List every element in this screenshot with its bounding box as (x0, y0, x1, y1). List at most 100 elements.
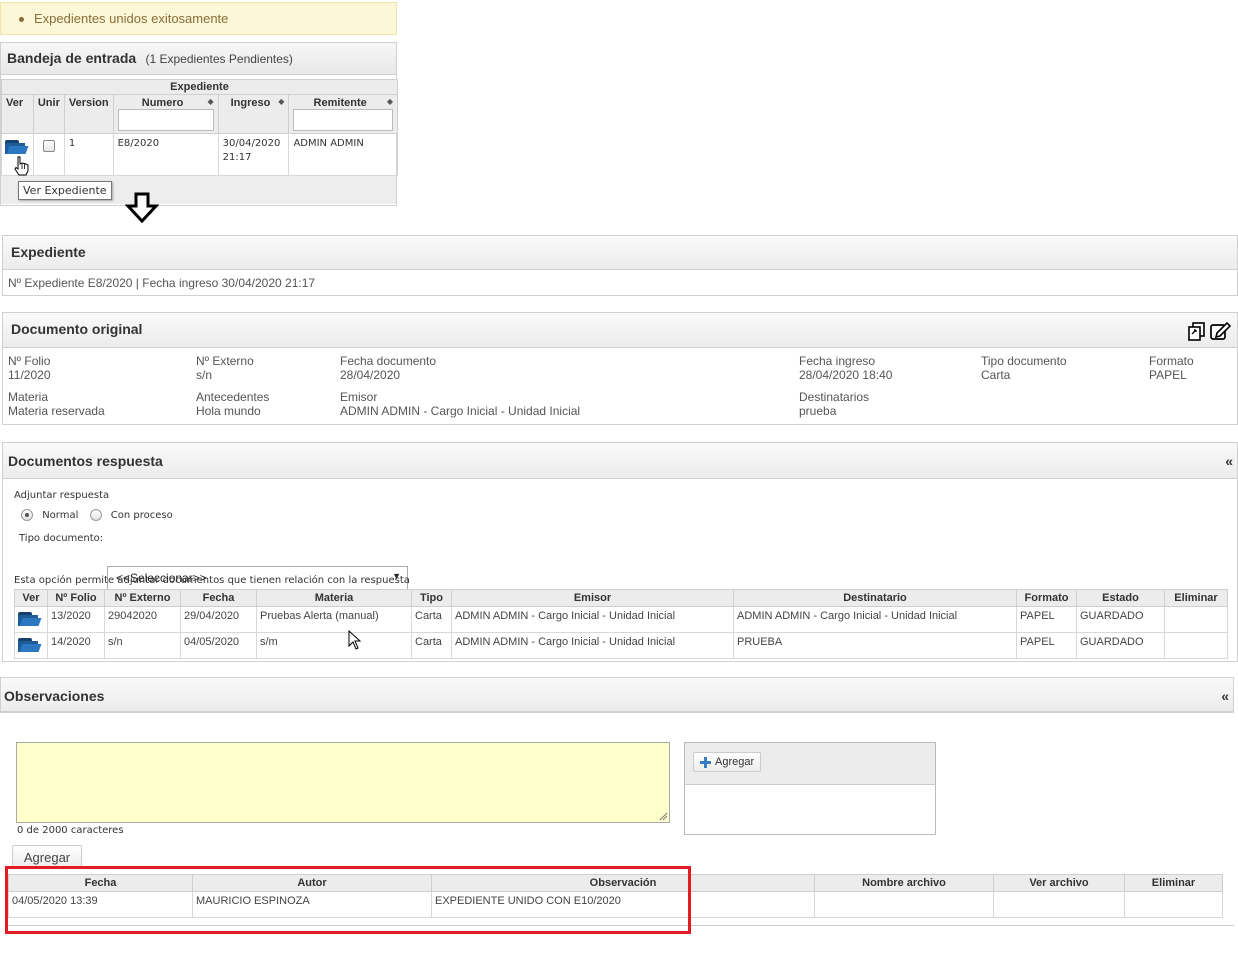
ingreso-date: 30/04/2020 (222, 138, 281, 149)
col-fecha: Fecha (180, 589, 257, 607)
radio-group: Normal Con proceso (21, 509, 173, 521)
numero-filter-input[interactable] (117, 109, 214, 131)
fecha-cell: 29/04/2020 (180, 606, 257, 633)
formato-field: Formato PAPEL (1149, 354, 1194, 382)
col-numero[interactable]: Numero ◆ (112, 94, 219, 134)
table-row: 14/2020 s/n 04/05/2020 s/m Carta ADMIN A… (14, 632, 1228, 659)
radio-normal[interactable] (21, 509, 33, 521)
inbox-group-header: Expediente (1, 79, 398, 95)
highlight-box (5, 866, 691, 934)
fecha-doc-label: Fecha documento (340, 354, 437, 368)
add-attachment-button[interactable]: Agregar (693, 752, 762, 772)
resize-handle-icon[interactable] (659, 812, 668, 821)
fecha-doc-field: Fecha documento 28/04/2020 (340, 354, 436, 382)
col-estado: Estado (1076, 589, 1165, 607)
antecedentes-field: Antecedentes Hola mundo (196, 390, 269, 418)
ver-archivo-cell[interactable] (993, 891, 1125, 918)
col-materia: Materia (256, 589, 412, 607)
tipo-documento-label: Tipo documento: (19, 533, 104, 544)
open-folder-icon[interactable] (18, 610, 42, 626)
collapse-icon[interactable]: « (1221, 688, 1229, 704)
expediente-panel: Expediente Nº Expediente E8/2020 | Fecha… (2, 235, 1238, 296)
unir-checkbox[interactable] (42, 140, 55, 152)
documento-original-panel: Documento original Nº Folio 11/2020 Nº Ex… (2, 312, 1238, 425)
fecha-doc-value: 28/04/2020 (340, 368, 401, 382)
ver-cell[interactable] (14, 606, 48, 633)
formato-cell: PAPEL (1016, 632, 1077, 659)
formato-cell: PAPEL (1016, 606, 1077, 633)
documento-original-header: Documento original (3, 313, 1237, 348)
col-destinatario: Destinatario (733, 589, 1017, 607)
unir-cell[interactable] (32, 133, 65, 176)
folio-label: Nº Folio (8, 354, 51, 368)
col-nombre-archivo: Nombre archivo (814, 874, 994, 892)
tipo-value: Carta (981, 368, 1011, 382)
bullet-icon (19, 17, 24, 23)
expediente-info: Nº Expediente E8/2020 | Fecha ingreso 30… (8, 276, 316, 290)
folio-field: Nº Folio 11/2020 (8, 354, 51, 382)
respuesta-title: Documentos respuesta (8, 453, 163, 469)
add-attachment-label: Agregar (715, 756, 755, 768)
col-folio: Nº Folio (47, 589, 105, 607)
inbox-table: Expediente Ver Unir Version Numero ◆ Ingr… (1, 79, 398, 176)
col-formato: Formato (1016, 589, 1077, 607)
destinatarios-field: Destinatarios prueba (799, 390, 869, 418)
folio-cell: 13/2020 (47, 606, 105, 633)
destinatario-cell: PRUEBA (733, 632, 1017, 659)
inbox-header: Bandeja de entrada (1 Expedientes Pendie… (1, 43, 396, 75)
eliminar-cell[interactable] (1164, 632, 1228, 659)
collapse-icon[interactable]: « (1225, 453, 1233, 469)
emisor-cell: ADMIN ADMIN - Cargo Inicial - Unidad Ini… (451, 632, 734, 659)
sort-icon[interactable]: ◆ (208, 97, 214, 106)
mouse-cursor-icon (348, 630, 362, 650)
externo-label: Nº Externo (196, 354, 254, 368)
emisor-label: Emisor (340, 390, 378, 404)
numero-cell: E8/2020 (112, 133, 219, 176)
materia-value: Materia reservada (8, 404, 105, 418)
copy-icon[interactable] (1187, 321, 1207, 341)
table-row: 1 E8/2020 30/04/2020 21:17 ADMIN ADMIN (1, 133, 398, 176)
destinatario-cell: ADMIN ADMIN - Cargo Inicial - Unidad Ini… (733, 606, 1017, 633)
fecha-ingreso-value: 28/04/2020 18:40 (799, 368, 893, 382)
ingreso-time: 21:17 (222, 152, 252, 163)
radio-con-proceso-label: Con proceso (110, 510, 173, 521)
antecedentes-value: Hola mundo (196, 404, 261, 418)
eliminar-cell[interactable] (1124, 891, 1223, 918)
open-folder-icon[interactable] (18, 636, 42, 652)
radio-con-proceso[interactable] (89, 509, 102, 521)
col-eliminar: Eliminar (1164, 589, 1228, 607)
table-row: 13/2020 29042020 29/04/2020 Pruebas Aler… (14, 606, 1228, 633)
folio-value: 11/2020 (8, 368, 51, 382)
col-remitente-label: Remitente (313, 97, 367, 109)
fecha-ingreso-field: Fecha ingreso 28/04/2020 18:40 (799, 354, 892, 382)
expediente-title: Expediente (3, 236, 1237, 270)
destinatarios-label: Destinatarios (799, 390, 870, 404)
col-ingreso[interactable]: Ingreso ◆ (217, 94, 290, 134)
observaciones-title: Observaciones (4, 688, 105, 704)
sort-icon[interactable]: ◆ (278, 97, 284, 106)
col-unir: Unir (32, 94, 65, 134)
edit-icon[interactable] (1209, 320, 1231, 342)
col-externo: Nº Externo (104, 589, 181, 607)
formato-value: PAPEL (1149, 368, 1187, 382)
open-folder-icon[interactable] (5, 138, 29, 154)
eliminar-cell[interactable] (1164, 606, 1228, 633)
sort-icon[interactable]: ◆ (387, 97, 393, 106)
observation-textarea[interactable] (16, 742, 670, 823)
ver-cell[interactable] (14, 632, 48, 659)
col-remitente[interactable]: Remitente ◆ (288, 94, 398, 134)
remitente-filter-input[interactable] (293, 109, 393, 131)
documentos-respuesta-panel: Documentos respuesta « Adjuntar respuest… (2, 442, 1238, 662)
tipo-label: Tipo documento (981, 354, 1067, 368)
radio-normal-label: Normal (42, 510, 79, 521)
documento-original-title: Documento original (11, 321, 143, 337)
character-counter: 0 de 2000 caracteres (17, 825, 124, 836)
tooltip: Ver Expediente (18, 181, 112, 200)
respuesta-note: Esta opción permite adjuntar documentos … (14, 575, 410, 586)
plus-icon (700, 756, 711, 768)
materia-cell: Pruebas Alerta (manual) (256, 606, 412, 633)
col-version: Version (63, 94, 114, 134)
materia-cell: s/m (256, 632, 412, 659)
success-text: Expedientes unidos exitosamente (34, 11, 229, 26)
col-ingreso-label: Ingreso (230, 97, 271, 109)
